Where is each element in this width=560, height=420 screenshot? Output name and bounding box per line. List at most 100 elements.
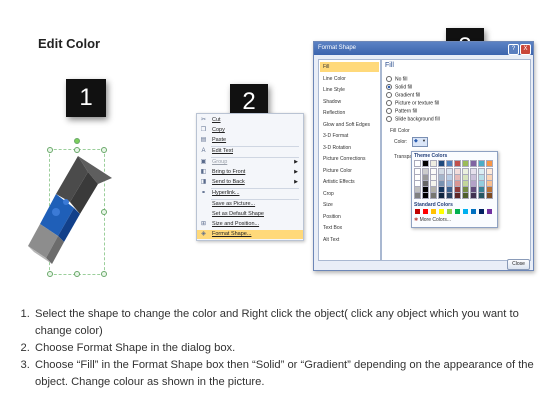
- nav-item-picture-color[interactable]: Picture Color: [320, 166, 379, 176]
- theme-color-swatch[interactable]: [454, 192, 461, 199]
- theme-color-swatch[interactable]: [470, 168, 477, 175]
- nav-item-shadow[interactable]: Shadow: [320, 97, 379, 107]
- menu-item-hyperlink[interactable]: ⚭ Hyperlink...: [197, 189, 303, 198]
- theme-color-swatch[interactable]: [446, 174, 453, 181]
- standard-color-swatch[interactable]: [447, 209, 452, 214]
- nav-item-line-style[interactable]: Line Style: [320, 85, 379, 95]
- nav-item-line-color[interactable]: Line Color: [320, 74, 379, 84]
- theme-color-swatch[interactable]: [486, 192, 493, 199]
- theme-color-swatch[interactable]: [446, 192, 453, 199]
- menu-item-set-as-default-shape[interactable]: Set as Default Shape: [197, 210, 303, 219]
- standard-color-swatch[interactable]: [463, 209, 468, 214]
- menu-item-paste[interactable]: ▤ Paste: [197, 136, 303, 145]
- standard-color-swatch[interactable]: [471, 209, 476, 214]
- fill-option-3[interactable]: Picture or texture fill: [386, 100, 439, 107]
- theme-color-swatch[interactable]: [430, 180, 437, 187]
- menu-item-size-and-position[interactable]: ⊞ Size and Position...: [197, 220, 303, 229]
- more-colors-link[interactable]: ✱ More Colors...: [414, 217, 451, 223]
- nav-item-reflection[interactable]: Reflection: [320, 108, 379, 118]
- theme-color-swatch[interactable]: [462, 180, 469, 187]
- theme-color-swatch[interactable]: [478, 180, 485, 187]
- fill-option-5[interactable]: Slide background fill: [386, 116, 440, 123]
- theme-color-swatch[interactable]: [462, 168, 469, 175]
- theme-color-swatch[interactable]: [414, 174, 421, 181]
- menu-item-group[interactable]: ▣ Group ▶: [197, 158, 303, 167]
- theme-color-swatch[interactable]: [438, 168, 445, 175]
- theme-color-swatch[interactable]: [414, 160, 421, 167]
- theme-color-swatch[interactable]: [430, 168, 437, 175]
- fill-option-4[interactable]: Pattern fill: [386, 108, 417, 115]
- fill-option-1[interactable]: Solid fill: [386, 84, 412, 91]
- menu-item-cut[interactable]: ✂ Cut: [197, 116, 303, 125]
- selection-handle[interactable]: [101, 271, 107, 277]
- theme-color-swatch[interactable]: [478, 174, 485, 181]
- theme-color-swatch[interactable]: [422, 180, 429, 187]
- theme-color-swatch[interactable]: [478, 186, 485, 193]
- standard-color-swatch[interactable]: [415, 209, 420, 214]
- theme-color-swatch[interactable]: [462, 174, 469, 181]
- menu-item-send-to-back[interactable]: ◨ Send to Back ▶: [197, 178, 303, 187]
- theme-color-swatch[interactable]: [430, 192, 437, 199]
- theme-color-swatch[interactable]: [430, 174, 437, 181]
- theme-color-swatch[interactable]: [438, 180, 445, 187]
- theme-color-swatch[interactable]: [454, 168, 461, 175]
- radio-button[interactable]: [386, 84, 392, 90]
- theme-color-swatch[interactable]: [446, 180, 453, 187]
- standard-color-swatch[interactable]: [455, 209, 460, 214]
- theme-color-swatch[interactable]: [454, 174, 461, 181]
- standard-color-swatch[interactable]: [423, 209, 428, 214]
- theme-color-swatch[interactable]: [478, 168, 485, 175]
- theme-color-swatch[interactable]: [454, 180, 461, 187]
- theme-color-swatch[interactable]: [430, 186, 437, 193]
- theme-color-swatch[interactable]: [470, 160, 477, 167]
- theme-color-swatch[interactable]: [486, 186, 493, 193]
- nav-item-fill[interactable]: Fill: [320, 62, 379, 72]
- theme-color-swatch[interactable]: [462, 192, 469, 199]
- selection-handle[interactable]: [74, 271, 80, 277]
- nav-item-position[interactable]: Position: [320, 212, 379, 222]
- nav-item-size[interactable]: Size: [320, 200, 379, 210]
- theme-color-swatch[interactable]: [414, 186, 421, 193]
- close-icon[interactable]: X: [520, 44, 531, 55]
- nav-item-text-box[interactable]: Text Box: [320, 223, 379, 233]
- nav-item-artistic-effects[interactable]: Artistic Effects: [320, 177, 379, 187]
- theme-color-swatch[interactable]: [470, 186, 477, 193]
- nav-item-glow-and-soft-edges[interactable]: Glow and Soft Edges: [320, 120, 379, 130]
- standard-color-swatch[interactable]: [487, 209, 492, 214]
- selection-handle[interactable]: [47, 271, 53, 277]
- theme-color-swatch[interactable]: [446, 168, 453, 175]
- help-icon[interactable]: ?: [508, 44, 519, 55]
- dialog-title-bar[interactable]: Format Shape ? X: [314, 42, 533, 55]
- theme-color-swatch[interactable]: [470, 192, 477, 199]
- theme-color-swatch[interactable]: [446, 186, 453, 193]
- close-button[interactable]: Close: [507, 259, 530, 270]
- theme-color-swatch[interactable]: [438, 192, 445, 199]
- theme-color-swatch[interactable]: [486, 174, 493, 181]
- theme-color-swatch[interactable]: [470, 180, 477, 187]
- theme-color-swatch[interactable]: [430, 160, 437, 167]
- radio-button[interactable]: [386, 92, 392, 98]
- radio-button[interactable]: [386, 116, 392, 122]
- color-dropdown[interactable]: ◆ ▼: [412, 137, 428, 147]
- theme-color-swatch[interactable]: [462, 186, 469, 193]
- standard-color-swatch[interactable]: [431, 209, 436, 214]
- theme-color-swatch[interactable]: [414, 180, 421, 187]
- standard-color-swatch[interactable]: [479, 209, 484, 214]
- theme-color-swatch[interactable]: [478, 160, 485, 167]
- theme-color-swatch[interactable]: [422, 192, 429, 199]
- nav-item-alt-text[interactable]: Alt Text: [320, 235, 379, 245]
- theme-color-swatch[interactable]: [454, 186, 461, 193]
- theme-color-swatch[interactable]: [486, 168, 493, 175]
- menu-item-format-shape[interactable]: ◈ Format Shape...: [197, 230, 303, 239]
- menu-item-edit-text[interactable]: A Edit Text: [197, 147, 303, 156]
- theme-color-swatch[interactable]: [422, 186, 429, 193]
- fill-option-2[interactable]: Gradient fill: [386, 92, 420, 99]
- theme-color-swatch[interactable]: [422, 160, 429, 167]
- theme-color-swatch[interactable]: [454, 160, 461, 167]
- theme-color-swatch[interactable]: [438, 186, 445, 193]
- theme-color-swatch[interactable]: [486, 180, 493, 187]
- theme-color-swatch[interactable]: [438, 160, 445, 167]
- theme-color-swatch[interactable]: [422, 168, 429, 175]
- theme-color-swatch[interactable]: [462, 160, 469, 167]
- menu-item-save-as-picture[interactable]: Save as Picture...: [197, 200, 303, 209]
